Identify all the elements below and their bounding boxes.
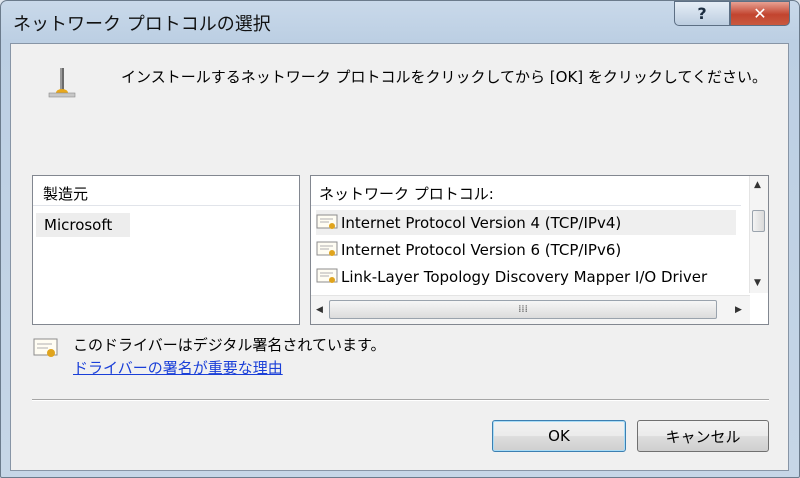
instruction-text: インストールするネットワーク プロトコルをクリックしてから [OK] をクリック… (121, 68, 768, 86)
certificate-icon (33, 338, 58, 357)
certificate-icon (316, 214, 338, 229)
network-protocol-icon (48, 68, 76, 98)
dialog-content: インストールするネットワーク プロトコルをクリックしてから [OK] をクリック… (10, 43, 789, 471)
horizontal-scroll-thumb[interactable]: ⁞⁞⁞ (329, 300, 717, 319)
driver-signing-link[interactable]: ドライバーの署名が重要な理由 (73, 357, 283, 378)
list-item[interactable]: Internet Protocol Version 6 (TCP/IPv6) (316, 237, 736, 262)
scroll-up-arrow-icon[interactable]: ▲ (754, 180, 761, 190)
ok-button[interactable]: OK (492, 420, 626, 452)
protocol-label: Link-Layer Topology Discovery Mapper I/O… (341, 267, 708, 286)
horizontal-scrollbar[interactable]: ◀ ⁞⁞⁞ ▶ (311, 295, 750, 324)
list-item[interactable]: Microsoft (36, 213, 130, 237)
close-button[interactable]: ✕ (730, 1, 790, 26)
vertical-scrollbar[interactable]: ▲ ▼ (749, 176, 768, 293)
vertical-scroll-thumb[interactable] (752, 210, 765, 232)
scroll-right-arrow-icon[interactable]: ▶ (735, 305, 742, 315)
manufacturer-list[interactable]: 製造元 Microsoft (32, 175, 300, 325)
protocol-list[interactable]: ネットワーク プロトコル: Internet Protocol Version … (310, 175, 769, 325)
protocol-label: Internet Protocol Version 4 (TCP/IPv4) (341, 213, 622, 232)
divider (32, 399, 769, 401)
scroll-down-arrow-icon[interactable]: ▼ (754, 278, 761, 288)
list-item[interactable]: Internet Protocol Version 4 (TCP/IPv4) (316, 210, 736, 235)
manufacturer-column-header[interactable]: 製造元 (33, 176, 299, 206)
dialog-window: ネットワーク プロトコルの選択 ? ✕ インストールするネットワーク プロトコル… (0, 0, 800, 478)
protocol-label: Internet Protocol Version 6 (TCP/IPv6) (341, 240, 622, 259)
window-title: ネットワーク プロトコルの選択 (13, 14, 271, 35)
protocol-column-header[interactable]: ネットワーク プロトコル: (311, 176, 741, 206)
certificate-icon (316, 268, 338, 283)
title-bar[interactable]: ネットワーク プロトコルの選択 ? ✕ (1, 1, 799, 43)
cancel-button[interactable]: キャンセル (637, 420, 769, 452)
certificate-icon (316, 241, 338, 256)
scroll-left-arrow-icon[interactable]: ◀ (316, 305, 323, 315)
list-item[interactable]: Link-Layer Topology Discovery Mapper I/O… (316, 264, 736, 289)
signature-status-text: このドライバーはデジタル署名されています。 (73, 336, 386, 354)
help-button[interactable]: ? (674, 1, 730, 26)
